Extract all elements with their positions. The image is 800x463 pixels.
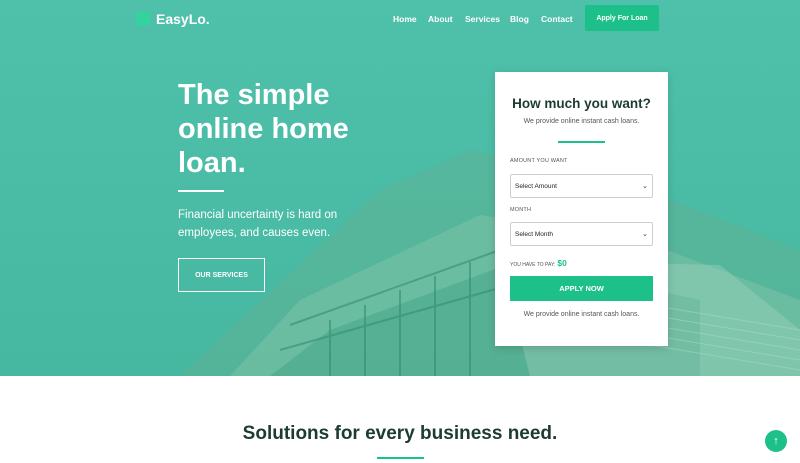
card-footer-text: We provide online instant cash loans. [523, 311, 640, 318]
nav-item-services[interactable]: Services [465, 14, 500, 24]
our-services-button[interactable]: OUR SERVICES [178, 258, 265, 292]
card-divider [558, 141, 605, 143]
pay-summary: YOU HAVE TO PAY: $0 [510, 258, 567, 268]
pay-amount: $0 [557, 258, 567, 268]
nav-item-home[interactable]: Home [393, 14, 417, 24]
scroll-to-top-button[interactable]: ↑ [765, 430, 787, 452]
month-select-value: Select Month [515, 230, 553, 238]
hero-divider [178, 190, 224, 192]
brand-logo[interactable]: EasyLo. [136, 11, 210, 27]
nav-item-blog[interactable]: Blog [510, 14, 529, 24]
hero-section: EasyLo. Home About Services Blog Contact… [0, 0, 800, 376]
pay-label: YOU HAVE TO PAY: [510, 262, 556, 268]
month-select[interactable]: Select Month ⌄ [510, 222, 653, 246]
nav-item-about[interactable]: About [428, 14, 453, 24]
apply-for-loan-button[interactable]: Apply For Loan [585, 5, 659, 31]
apply-now-button[interactable]: APPLY NOW [510, 276, 653, 301]
card-subtitle: We provide online instant cash loans. [523, 118, 640, 125]
logo-icon [136, 12, 150, 26]
loan-calculator-card: How much you want? We provide online ins… [495, 72, 668, 346]
nav-item-contact[interactable]: Contact [541, 14, 573, 24]
building-background-image [180, 150, 800, 376]
amount-select-value: Select Amount [515, 182, 557, 190]
section-title: Solutions for every business need. [242, 423, 558, 444]
hero-title: The simple online home loan. [178, 79, 349, 179]
section-divider [377, 457, 424, 459]
brand-name: EasyLo. [156, 11, 210, 27]
chevron-down-icon: ⌄ [642, 183, 648, 190]
hero-subtitle: Financial uncertainty is hard on employe… [178, 209, 338, 239]
amount-label: AMOUNT YOU WANT [510, 158, 568, 164]
card-title: How much you want? [512, 96, 651, 111]
arrow-up-icon: ↑ [773, 435, 779, 447]
amount-select[interactable]: Select Amount ⌄ [510, 174, 653, 198]
month-label: MONTH [510, 207, 532, 213]
chevron-down-icon: ⌄ [642, 231, 648, 238]
